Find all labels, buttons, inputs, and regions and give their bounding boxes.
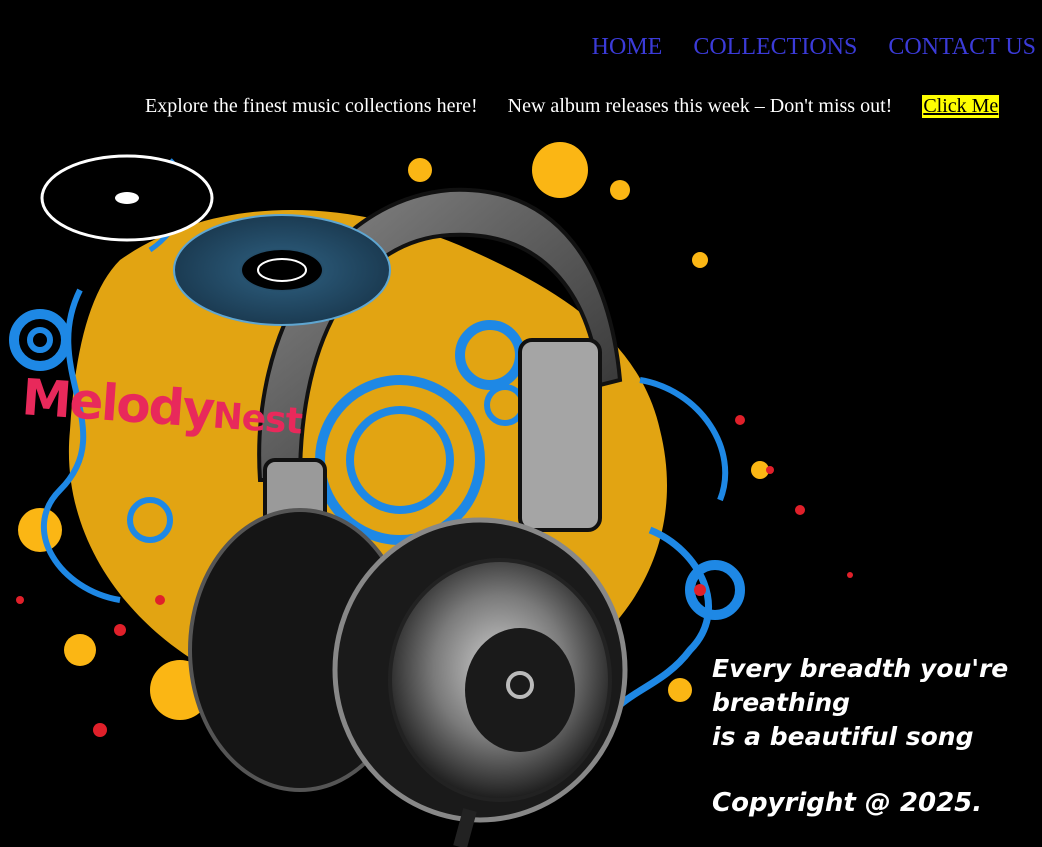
cd-outline (40, 154, 214, 242)
announcement-text-2: New album releases this week – Don't mis… (507, 95, 893, 117)
logo-word-nest: Nest (211, 395, 304, 443)
quote-line-2: is a beautiful song (712, 722, 974, 751)
copyright-text: Copyright @ 2025. (712, 788, 983, 818)
vinyl-record (173, 214, 391, 326)
quote-line-1: Every breadth you're breathing (712, 654, 1009, 717)
announcement-marquee: Explore the finest music collections her… (145, 95, 1000, 118)
main-nav: HOME COLLECTIONS CONTACT US (592, 34, 1036, 61)
click-me-button[interactable]: Click Me (922, 95, 1000, 118)
tagline-quote: Every breadth you're breathing is a beau… (712, 652, 1012, 754)
nav-collections-link[interactable]: COLLECTIONS (693, 34, 857, 61)
announcement-text-1: Explore the finest music collections her… (145, 95, 478, 117)
nav-contact-link[interactable]: CONTACT US (888, 34, 1036, 61)
nav-home-link[interactable]: HOME (592, 34, 663, 61)
